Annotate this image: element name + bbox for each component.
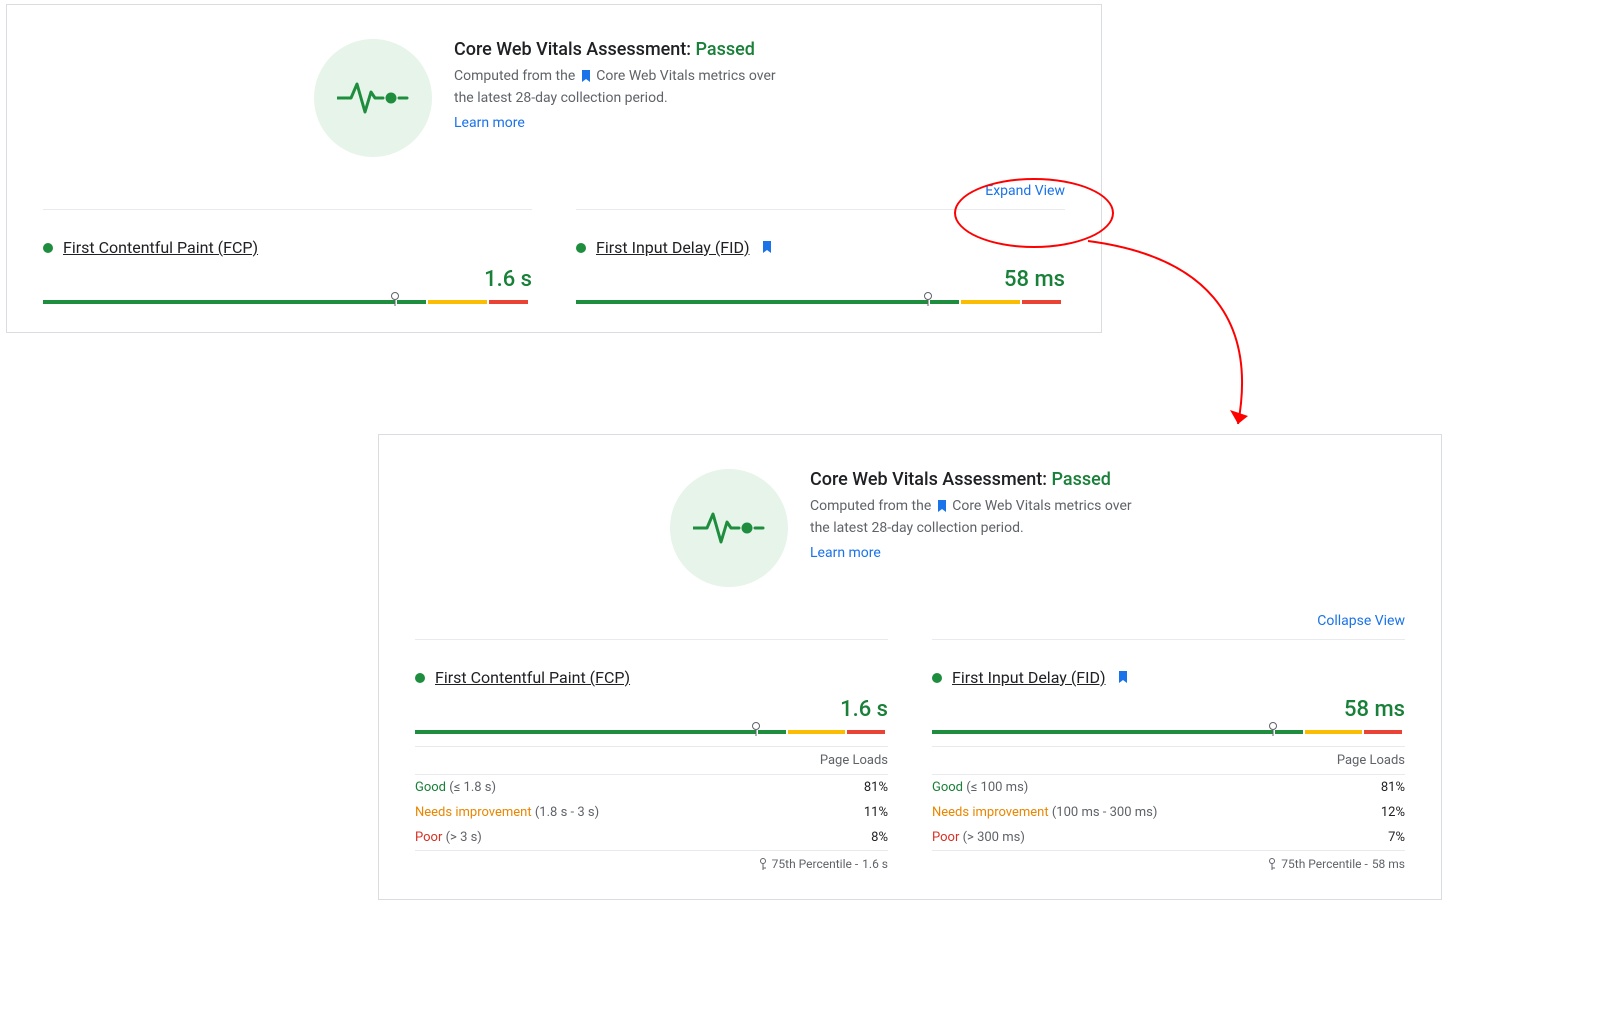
percentile-fid: 75th Percentile - 58 ms <box>932 850 1405 871</box>
learn-more-link[interactable]: Learn more <box>810 545 881 561</box>
bar-bad <box>847 730 885 734</box>
metrics-row: First Contentful Paint (FCP) 1.6 s Page … <box>415 639 1405 871</box>
bar-good <box>576 300 928 304</box>
assessment-title: Core Web Vitals Assessment: Passed <box>810 469 1150 490</box>
metric-bar-fcp <box>43 300 532 304</box>
bar-ok <box>961 300 1020 304</box>
bookmark-icon <box>937 498 947 518</box>
metric-bar-fcp <box>415 730 888 734</box>
status-dot-good <box>576 243 586 253</box>
bar-good <box>415 730 756 734</box>
bar-ok <box>1305 730 1362 734</box>
bar-good2 <box>758 730 786 734</box>
metric-value-fid: 58 ms <box>932 697 1405 722</box>
assessment-title: Core Web Vitals Assessment: Passed <box>454 39 794 60</box>
bar-marker <box>751 721 761 740</box>
breakdown-row-poor: Poor (> 3 s) 8% <box>415 825 888 850</box>
metric-fid-expanded: First Input Delay (FID) 58 ms Page Loads… <box>932 639 1405 871</box>
header-text: Core Web Vitals Assessment: Passed Compu… <box>454 39 794 157</box>
metric-value-fcp: 1.6 s <box>415 697 888 722</box>
metrics-row: First Contentful Paint (FCP) 1.6 s First… <box>43 209 1065 304</box>
heartbeat-icon <box>693 508 765 548</box>
expand-view-button[interactable]: Expand View <box>985 183 1065 199</box>
status-dot-good <box>932 673 942 683</box>
breakdown-row-poor: Poor (> 300 ms) 7% <box>932 825 1405 850</box>
header-text: Core Web Vitals Assessment: Passed Compu… <box>810 469 1150 587</box>
bookmark-icon <box>762 238 772 257</box>
bar-bad <box>1364 730 1402 734</box>
breakdown-row-needs-improvement: Needs improvement (1.8 s - 3 s) 11% <box>415 800 888 825</box>
metric-name-fcp[interactable]: First Contentful Paint (FCP) <box>435 668 630 687</box>
key-icon <box>1267 858 1277 870</box>
bar-good2 <box>930 300 959 304</box>
collapse-view-button[interactable]: Collapse View <box>1317 613 1405 629</box>
bar-ok <box>428 300 487 304</box>
panel-header: Core Web Vitals Assessment: Passed Compu… <box>415 469 1405 587</box>
learn-more-link[interactable]: Learn more <box>454 115 525 131</box>
metric-bar-fid <box>576 300 1065 304</box>
metric-fcp-expanded: First Contentful Paint (FCP) 1.6 s Page … <box>415 639 888 871</box>
assessment-subtitle: Computed from the Core Web Vitals metric… <box>810 496 1150 539</box>
metric-name-fid[interactable]: First Input Delay (FID) <box>596 238 750 257</box>
status-dot-good <box>415 673 425 683</box>
metric-value-fid: 58 ms <box>576 267 1065 292</box>
metric-name-fid[interactable]: First Input Delay (FID) <box>952 668 1106 687</box>
breakdown-row-good: Good (≤ 1.8 s) 81% <box>415 775 888 800</box>
vitals-pass-badge <box>670 469 788 587</box>
bar-marker <box>1268 721 1278 740</box>
panel-header: Core Web Vitals Assessment: Passed Compu… <box>43 39 1065 157</box>
bar-ok <box>788 730 845 734</box>
assessment-status: Passed <box>696 39 755 60</box>
bar-good2 <box>1275 730 1303 734</box>
bar-marker <box>923 291 933 310</box>
bar-good <box>43 300 395 304</box>
view-toggle-row: Expand View <box>43 183 1065 199</box>
assessment-status: Passed <box>1052 469 1111 490</box>
title-prefix: Core Web Vitals Assessment: <box>454 39 691 60</box>
metric-value-fcp: 1.6 s <box>43 267 532 292</box>
annotation-arrow <box>1083 236 1273 436</box>
breakdown-row-needs-improvement: Needs improvement (100 ms - 300 ms) 12% <box>932 800 1405 825</box>
bar-bad <box>489 300 528 304</box>
breakdown-header: Page Loads <box>932 747 1405 775</box>
breakdown-row-good: Good (≤ 100 ms) 81% <box>932 775 1405 800</box>
status-dot-good <box>43 243 53 253</box>
breakdown-fid: Page Loads Good (≤ 100 ms) 81% Needs imp… <box>932 746 1405 871</box>
metric-name-fcp[interactable]: First Contentful Paint (FCP) <box>63 238 258 257</box>
key-icon <box>758 858 768 870</box>
cwv-panel-expanded: Core Web Vitals Assessment: Passed Compu… <box>378 434 1442 900</box>
assessment-subtitle: Computed from the Core Web Vitals metric… <box>454 66 794 109</box>
bar-marker <box>390 291 400 310</box>
metric-fcp: First Contentful Paint (FCP) 1.6 s <box>43 209 532 304</box>
bookmark-icon <box>581 68 591 88</box>
bar-good <box>932 730 1273 734</box>
bar-bad <box>1022 300 1061 304</box>
breakdown-header: Page Loads <box>415 747 888 775</box>
vitals-pass-badge <box>314 39 432 157</box>
title-prefix: Core Web Vitals Assessment: <box>810 469 1047 490</box>
cwv-panel-collapsed: Core Web Vitals Assessment: Passed Compu… <box>6 4 1102 333</box>
metric-fid: First Input Delay (FID) 58 ms <box>576 209 1065 304</box>
bookmark-icon <box>1118 668 1128 687</box>
percentile-fcp: 75th Percentile - 1.6 s <box>415 850 888 871</box>
bar-good2 <box>397 300 426 304</box>
breakdown-fcp: Page Loads Good (≤ 1.8 s) 81% Needs impr… <box>415 746 888 871</box>
metric-bar-fid <box>932 730 1405 734</box>
heartbeat-icon <box>337 78 409 118</box>
